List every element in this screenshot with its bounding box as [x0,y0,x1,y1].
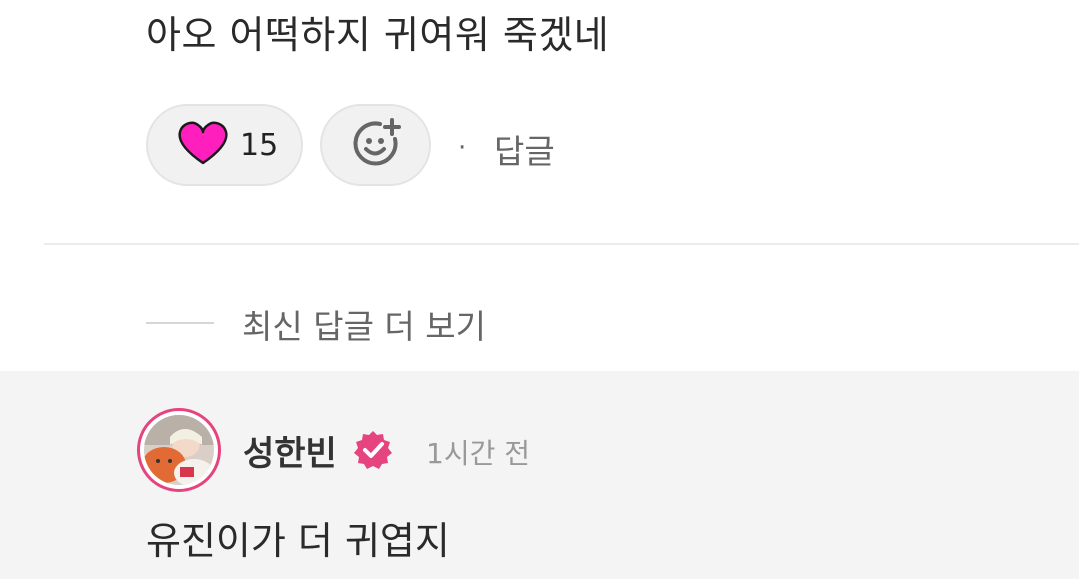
reply-button[interactable]: 답글 [494,125,555,173]
reply-timestamp: 1시간 전 [426,437,530,470]
add-reaction-button[interactable] [320,104,431,186]
like-button[interactable]: 15 [146,104,303,186]
avatar[interactable] [137,408,221,492]
more-replies-line [146,322,214,324]
heart-icon [176,120,230,170]
reply-text: 유진이가 더 귀엽지 [146,519,450,563]
like-count: 15 [240,127,279,163]
comment-text: 아오 어떡하지 귀여워 죽겠네 [146,13,610,57]
separator-dot: · [458,133,467,163]
more-replies-button[interactable]: 최신 답글 더 보기 [242,300,486,348]
reply-author[interactable]: 성한빈 [243,426,337,475]
add-emoji-icon [350,117,402,173]
avatar-image [144,415,214,485]
divider [44,243,1079,245]
verified-badge-icon [352,429,394,475]
